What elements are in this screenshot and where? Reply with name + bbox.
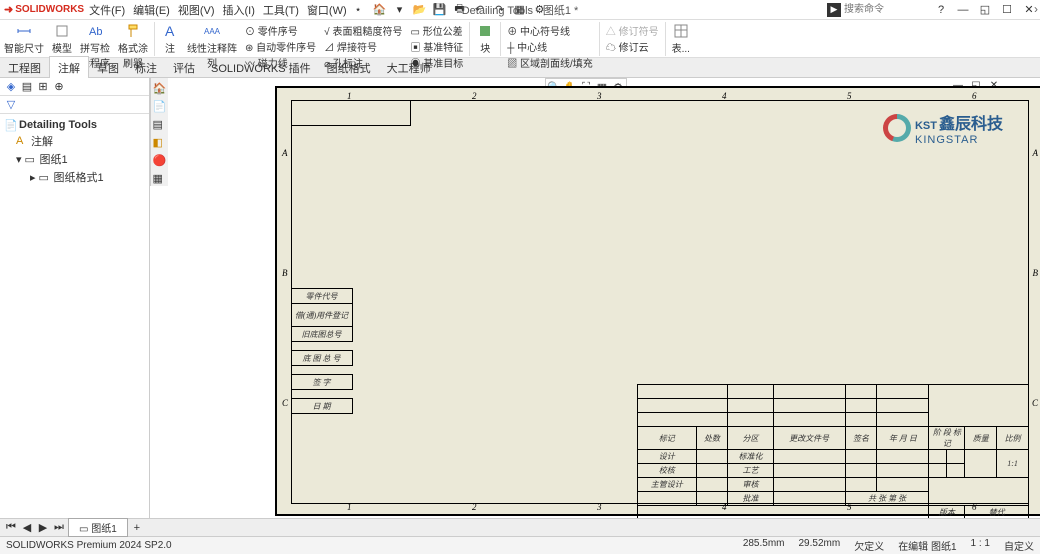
sheet-last-icon[interactable]: ⏭ <box>52 521 66 535</box>
tab-evaluate[interactable]: 评估 <box>165 57 203 79</box>
zone-3-bot: 3 <box>597 502 602 512</box>
zone-a-left: A <box>282 148 288 158</box>
zone-c-left: C <box>282 398 288 408</box>
zone-2-top: 2 <box>472 91 477 101</box>
table-button[interactable]: 表... <box>668 22 694 56</box>
home-icon[interactable]: 🏠 <box>373 3 387 17</box>
zone-1-top: 1 <box>347 91 352 101</box>
menu-tools[interactable]: 工具(T) <box>260 1 302 19</box>
sheet-tabs-bar: ⏮ ◀ ▶ ⏭ ▭ 图纸1 + <box>0 518 1040 536</box>
tree-root[interactable]: 📄Detailing Tools <box>2 118 147 132</box>
left-title-block: 零件代号 借(通)用件登记 旧底图总号 底 图 总 号 签 字 日 期 <box>291 289 353 414</box>
status-defined: 欠定义 <box>854 538 884 553</box>
tree-icon[interactable]: ◈ <box>4 80 18 94</box>
tab-sheetformat[interactable]: 图纸格式 <box>319 57 379 79</box>
filter-icon[interactable]: ⊕ <box>52 80 66 94</box>
ribbon: 智能尺寸 模型项目 Ab拼写检验程序 格式涂刷器 A注 AAA线性注释阵列 ⊙ … <box>0 20 1040 58</box>
tab-drawing[interactable]: 工程图 <box>0 57 49 79</box>
svg-text:AAA: AAA <box>204 27 220 36</box>
zone-5-top: 5 <box>847 91 852 101</box>
zone-a-right: A <box>1033 148 1039 158</box>
filter-funnel-icon[interactable]: ▽ <box>4 98 18 112</box>
menu-more[interactable]: ⋆ <box>352 2 365 17</box>
tab-annotation[interactable]: 注解 <box>49 56 89 79</box>
new-icon[interactable]: ▾ <box>393 3 407 17</box>
zone-4-top: 4 <box>722 91 727 101</box>
revision-symbol-button[interactable]: △ 修订符号 <box>606 23 659 38</box>
sheet-next-icon[interactable]: ▶ <box>36 521 50 535</box>
status-scale[interactable]: 1 : 1 <box>971 538 990 553</box>
tab-engineer[interactable]: 大工程师 <box>379 57 439 79</box>
balloon-button[interactable]: ⊙ 零件序号 <box>245 23 316 38</box>
window-title: Detailing Tools - 图纸1 * <box>462 2 579 18</box>
open-icon[interactable]: 📂 <box>413 3 427 17</box>
auto-balloon-button[interactable]: ⊛ 自动零件序号 <box>245 39 316 54</box>
menu-insert[interactable]: 插入(I) <box>220 1 258 19</box>
revision-cloud-button[interactable]: ☁ 修订云 <box>606 39 659 54</box>
block-button[interactable]: 块 <box>472 22 498 56</box>
panel-expand-icon[interactable]: › <box>1034 2 1038 16</box>
smart-dimension-button[interactable]: 智能尺寸 <box>0 22 48 56</box>
zone-c-right: C <box>1032 398 1038 408</box>
feature-tree-panel: ◈ ▤ ⊞ ⊕ › ▽ 📄Detailing Tools A注解 ▾▭图纸1 ▸… <box>0 78 150 518</box>
zone-1-bot: 1 <box>347 502 352 512</box>
menu-file[interactable]: 文件(F) <box>86 1 128 19</box>
app-logo: ➜SOLIDWORKS <box>4 3 84 16</box>
status-editing: 在编辑 图纸1 <box>898 538 956 553</box>
zone-2-bot: 2 <box>472 502 477 512</box>
title-block: 标记处数分区 更改文件号签名年 月 日 阶 段 标 记质量比例 设计标准化 1:… <box>637 384 1029 504</box>
tree-sheetformat1[interactable]: ▸▭图纸格式1 <box>2 168 147 186</box>
tab-sketch[interactable]: 草图 <box>89 57 127 79</box>
menu-view[interactable]: 视图(V) <box>175 1 218 19</box>
svg-text:Ab: Ab <box>89 26 102 38</box>
status-y: 29.52mm <box>799 538 841 553</box>
center-mark-button[interactable]: ⊕ 中心符号线 <box>507 23 593 38</box>
drawing-canvas[interactable]: 🔍 ✋ ⛶ ▦ ⚙ — ◱ ✕ A B C A B C 1 <box>150 78 1022 518</box>
status-x: 285.5mm <box>743 538 785 553</box>
tab-addins[interactable]: SOLIDWORKS 插件 <box>203 57 319 79</box>
gtol-button[interactable]: ▭ 形位公差 <box>410 23 463 38</box>
zone-3-top: 3 <box>597 91 602 101</box>
datum-feature-button[interactable]: ▣ 基准特征 <box>410 39 463 54</box>
config-icon[interactable]: ▤ <box>20 80 34 94</box>
sheet-tab-1[interactable]: ▭ 图纸1 <box>68 518 128 537</box>
status-bar: SOLIDWORKS Premium 2024 SP2.0 285.5mm 29… <box>0 536 1040 554</box>
zone-b-left: B <box>282 268 288 278</box>
tab-markup[interactable]: 标注 <box>127 57 165 79</box>
search-icon[interactable]: ▶ <box>827 3 841 17</box>
status-version: SOLIDWORKS Premium 2024 SP2.0 <box>6 540 172 551</box>
watermark: KST鑫辰科技 KINGSTAR <box>883 110 1003 146</box>
drawing-sheet: A B C A B C 1 2 3 4 5 6 1 2 3 4 5 6 <box>275 86 1040 516</box>
restore-icon[interactable]: ◱ <box>978 3 992 17</box>
centerline-button[interactable]: ┼ 中心线 <box>507 39 593 54</box>
tree-sheet1[interactable]: ▾▭图纸1 <box>2 150 147 168</box>
area-hatch-button[interactable]: ▨ 区域剖面线/填充 <box>507 55 593 70</box>
save-icon[interactable]: 💾 <box>433 3 447 17</box>
zone-b-right: B <box>1033 268 1039 278</box>
tree-annotations[interactable]: A注解 <box>2 132 147 150</box>
help-icon[interactable]: ? <box>934 3 948 17</box>
svg-text:A: A <box>165 23 175 39</box>
status-custom[interactable]: 自定义 <box>1004 538 1034 553</box>
sheet-prev-icon[interactable]: ◀ <box>20 521 34 535</box>
watermark-logo-icon <box>883 114 911 142</box>
sheet-add-icon[interactable]: + <box>130 521 144 535</box>
minimize-icon[interactable]: — <box>956 3 970 17</box>
weld-symbol-button[interactable]: ⊿ 焊接符号 <box>324 39 402 54</box>
zone-6-top: 6 <box>972 91 977 101</box>
menu-edit[interactable]: 编辑(E) <box>130 1 173 19</box>
display-icon[interactable]: ⊞ <box>36 80 50 94</box>
maximize-icon[interactable]: ☐ <box>1000 3 1014 17</box>
search-input[interactable] <box>844 3 924 17</box>
surface-finish-button[interactable]: √ 表面粗糙度符号 <box>324 23 402 38</box>
menu-window[interactable]: 窗口(W) <box>304 1 350 19</box>
sheet-first-icon[interactable]: ⏮ <box>4 521 18 535</box>
note-button[interactable]: A注 <box>157 22 183 56</box>
